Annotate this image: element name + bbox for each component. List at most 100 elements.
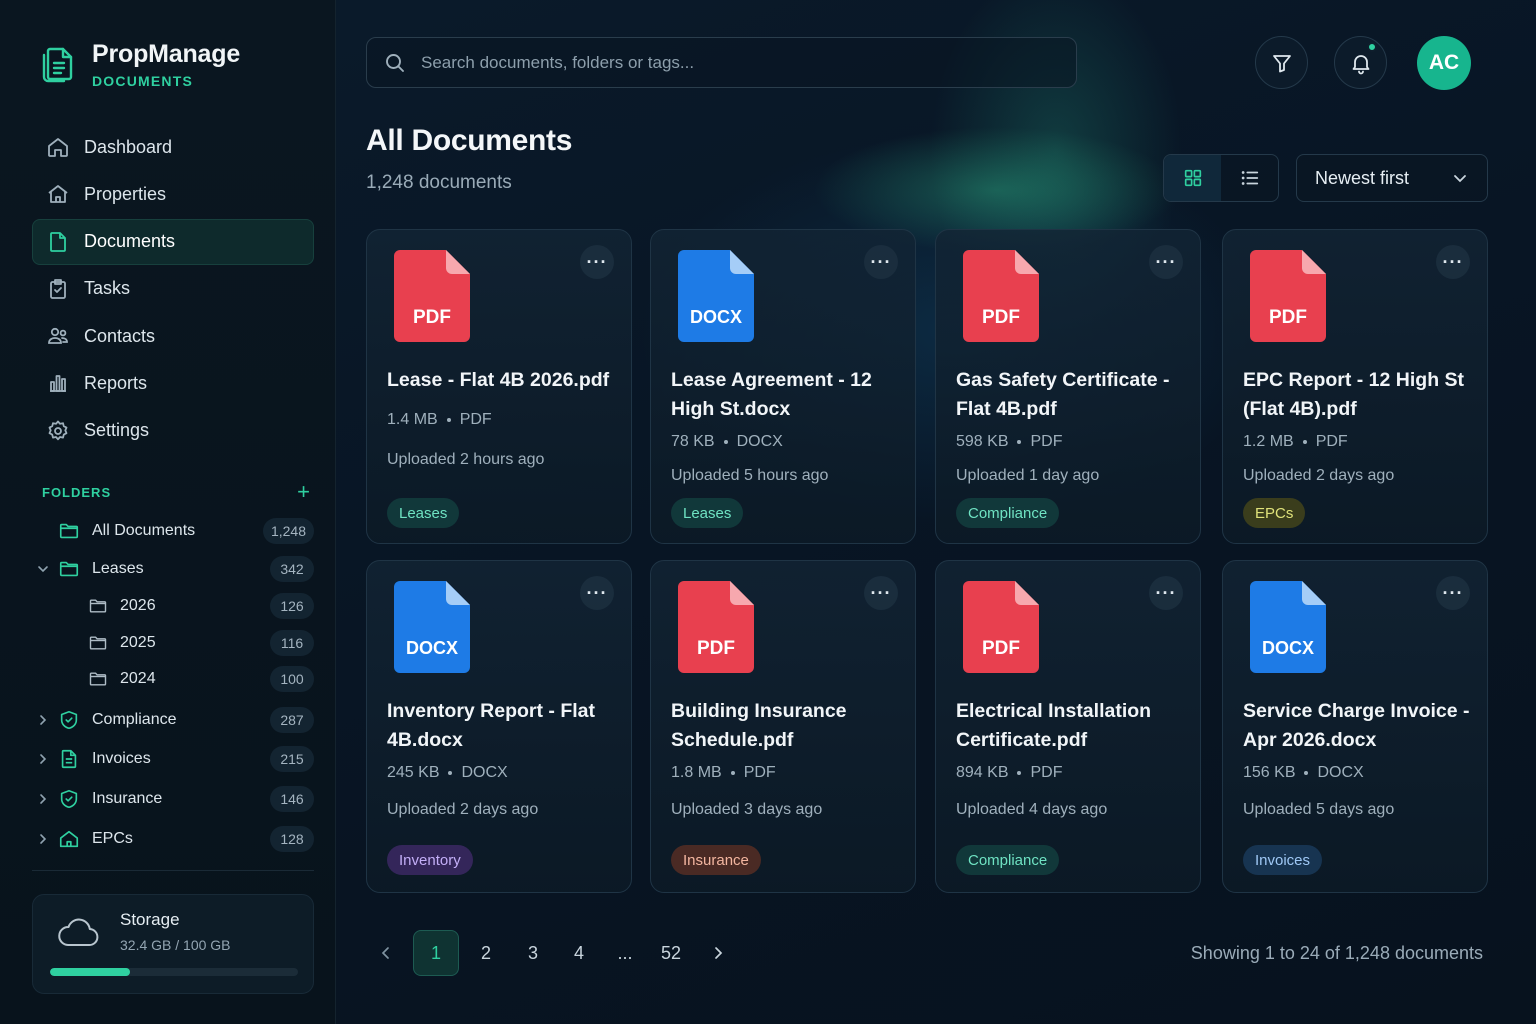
document-card[interactable]: ··· DOCX Lease Agreement - 12 High St.docx… (650, 229, 916, 544)
list-icon (1241, 171, 1258, 185)
folder-all-documents[interactable]: All Documents 1,248 (36, 512, 314, 550)
document-title[interactable]: Gas Safety Certificate - Flat 4B.pdf (956, 366, 1188, 424)
document-tag[interactable]: EPCs (1243, 498, 1306, 528)
folder-count: 287 (270, 706, 314, 733)
chevron-down-icon[interactable] (36, 563, 50, 575)
nav-item-reports[interactable]: Reports (32, 360, 314, 406)
document-meta: 1.2 MB PDF (1243, 433, 1348, 451)
document-card[interactable]: ··· PDF Electrical Installation Certificat… (935, 560, 1201, 893)
document-title[interactable]: Building Insurance Schedule.pdf (671, 697, 903, 755)
list-view-button[interactable] (1221, 155, 1278, 201)
page-button-1[interactable]: 1 (413, 930, 459, 976)
storage-title: Storage (120, 910, 180, 929)
grid-view-button[interactable] (1164, 155, 1221, 201)
page-button-3[interactable]: 3 (511, 930, 555, 976)
separator-dot (1017, 439, 1022, 444)
folder-leases-2026[interactable]: 2026 126 (36, 588, 314, 625)
folder-outline-icon (89, 636, 107, 650)
document-card[interactable]: ··· DOCX Inventory Report - Flat 4B.docx 24… (366, 560, 632, 893)
document-title[interactable]: Electrical Installation Certificate.pdf (956, 697, 1188, 755)
prev-page-button[interactable] (366, 930, 406, 976)
more-options-button[interactable]: ··· (580, 576, 614, 610)
document-tag[interactable]: Invoices (1243, 845, 1323, 875)
sort-dropdown[interactable]: Newest first (1296, 154, 1488, 202)
nav-item-tasks[interactable]: Tasks (32, 266, 314, 312)
folder-count: 128 (270, 825, 314, 852)
document-title[interactable]: Lease - Flat 4B 2026.pdf (387, 366, 619, 395)
document-ext: DOCX (1317, 764, 1364, 781)
folder-leases[interactable]: Leases 342 (36, 550, 314, 588)
nav-item-settings[interactable]: Settings (32, 408, 314, 454)
more-options-button[interactable]: ··· (1149, 245, 1183, 279)
storage-progress-bar (50, 968, 298, 976)
folder-invoices[interactable]: Invoices 215 (36, 740, 314, 779)
nav-item-contacts[interactable]: Contacts (32, 313, 314, 359)
document-title[interactable]: Lease Agreement - 12 High St.docx (671, 366, 903, 424)
document-card[interactable]: ··· PDF Lease - Flat 4B 2026.pdf 1.4 MB PDF U… (366, 229, 632, 544)
more-options-button[interactable]: ··· (864, 576, 898, 610)
folder-epcs[interactable]: EPCs 128 (36, 819, 314, 859)
document-card[interactable]: ··· PDF Gas Safety Certificate - Flat 4B.p… (935, 229, 1201, 544)
page-button-52[interactable]: 52 (649, 930, 693, 976)
more-options-button[interactable]: ··· (1149, 576, 1183, 610)
bell-icon (1352, 54, 1369, 74)
file-type-label: PDF (982, 638, 1020, 659)
folder-name: Invoices (92, 750, 151, 767)
file-type-label: PDF (1269, 307, 1307, 328)
notifications-button[interactable] (1334, 36, 1387, 89)
main-content: AC All Documents 1,248 documents Newest … (336, 0, 1536, 1024)
search-input[interactable] (421, 52, 1061, 73)
folder-name: Compliance (92, 710, 177, 728)
document-tag[interactable]: Leases (387, 498, 460, 528)
more-options-button[interactable]: ··· (864, 245, 898, 279)
nav-item-documents[interactable]: Documents (32, 218, 314, 265)
document-tag[interactable]: Leases (671, 498, 744, 528)
nav-label: Reports (84, 372, 148, 393)
document-title[interactable]: EPC Report - 12 High St (Flat 4B).pdf (1243, 366, 1475, 424)
document-card[interactable]: ··· PDF EPC Report - 12 High St (Flat 4B).… (1222, 229, 1488, 544)
sidebar-divider (32, 870, 314, 871)
document-meta: 78 KB DOCX (671, 433, 783, 451)
document-tag[interactable]: Compliance (956, 845, 1060, 875)
document-title[interactable]: Inventory Report - Flat 4B.docx (387, 697, 619, 755)
document-card[interactable]: ··· PDF Building Insurance Schedule.pdf 1.8… (650, 560, 916, 893)
document-meta: 598 KB PDF (956, 433, 1062, 451)
next-page-button[interactable] (696, 930, 740, 976)
chevron-right-icon[interactable] (36, 753, 50, 765)
document-tag[interactable]: Insurance (671, 845, 761, 875)
nav-label: Dashboard (84, 136, 173, 157)
more-options-button[interactable]: ··· (1436, 576, 1470, 610)
page-button-2[interactable]: 2 (464, 930, 508, 976)
more-options-button[interactable]: ··· (1436, 245, 1470, 279)
document-ext: DOCX (736, 433, 783, 450)
chevron-right-icon[interactable] (36, 793, 50, 805)
shield-icon (60, 789, 78, 808)
document-card[interactable]: ··· DOCX Service Charge Invoice - Apr 2026… (1222, 560, 1488, 893)
folder-leases-2025[interactable]: 2025 116 (36, 625, 314, 662)
nav-item-properties[interactable]: Properties (32, 171, 314, 217)
folder-compliance[interactable]: Compliance 287 (36, 700, 314, 740)
nav-item-dashboard[interactable]: Dashboard (32, 124, 314, 170)
add-folder-button[interactable]: + (297, 481, 314, 503)
avatar[interactable]: AC (1417, 36, 1471, 90)
document-tag[interactable]: Inventory (387, 845, 473, 875)
document-size: 894 KB (956, 764, 1009, 781)
clipboard-check-icon (50, 278, 66, 299)
document-tag[interactable]: Compliance (956, 498, 1060, 528)
document-title[interactable]: Service Charge Invoice - Apr 2026.docx (1243, 697, 1475, 755)
folder-name: All Documents (92, 522, 196, 539)
separator-dot (446, 417, 451, 422)
search-icon (386, 53, 404, 72)
folder-leases-2024[interactable]: 2024 100 (36, 661, 314, 698)
gear-icon (48, 420, 68, 440)
brand[interactable]: PropManage DOCUMENTS (38, 40, 240, 89)
search-bar[interactable] (366, 37, 1077, 88)
more-options-button[interactable]: ··· (580, 245, 614, 279)
folder-name: Insurance (92, 789, 163, 807)
page-button-4[interactable]: 4 (557, 930, 601, 976)
home-icon (48, 138, 68, 157)
filter-button[interactable] (1255, 36, 1308, 89)
folder-insurance[interactable]: Insurance 146 (36, 779, 314, 819)
chevron-right-icon[interactable] (36, 833, 50, 845)
chevron-right-icon[interactable] (36, 714, 50, 726)
